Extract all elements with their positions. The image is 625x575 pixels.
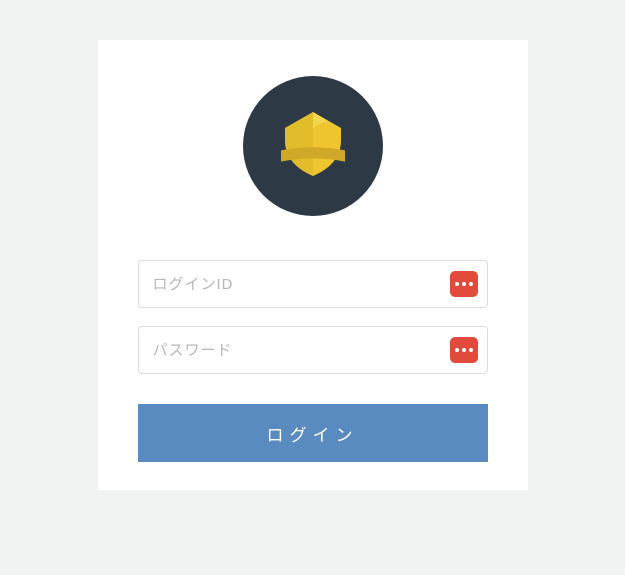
login-id-field: [138, 260, 488, 308]
password-manager-icon[interactable]: [450, 337, 478, 363]
password-field: [138, 326, 488, 374]
logo-circle: [243, 76, 383, 216]
login-card: ログイン: [98, 40, 528, 490]
logo-container: [138, 76, 488, 216]
login-button[interactable]: ログイン: [138, 404, 488, 462]
shield-icon: [273, 104, 353, 189]
login-id-input[interactable]: [138, 260, 488, 308]
password-manager-icon[interactable]: [450, 271, 478, 297]
password-input[interactable]: [138, 326, 488, 374]
